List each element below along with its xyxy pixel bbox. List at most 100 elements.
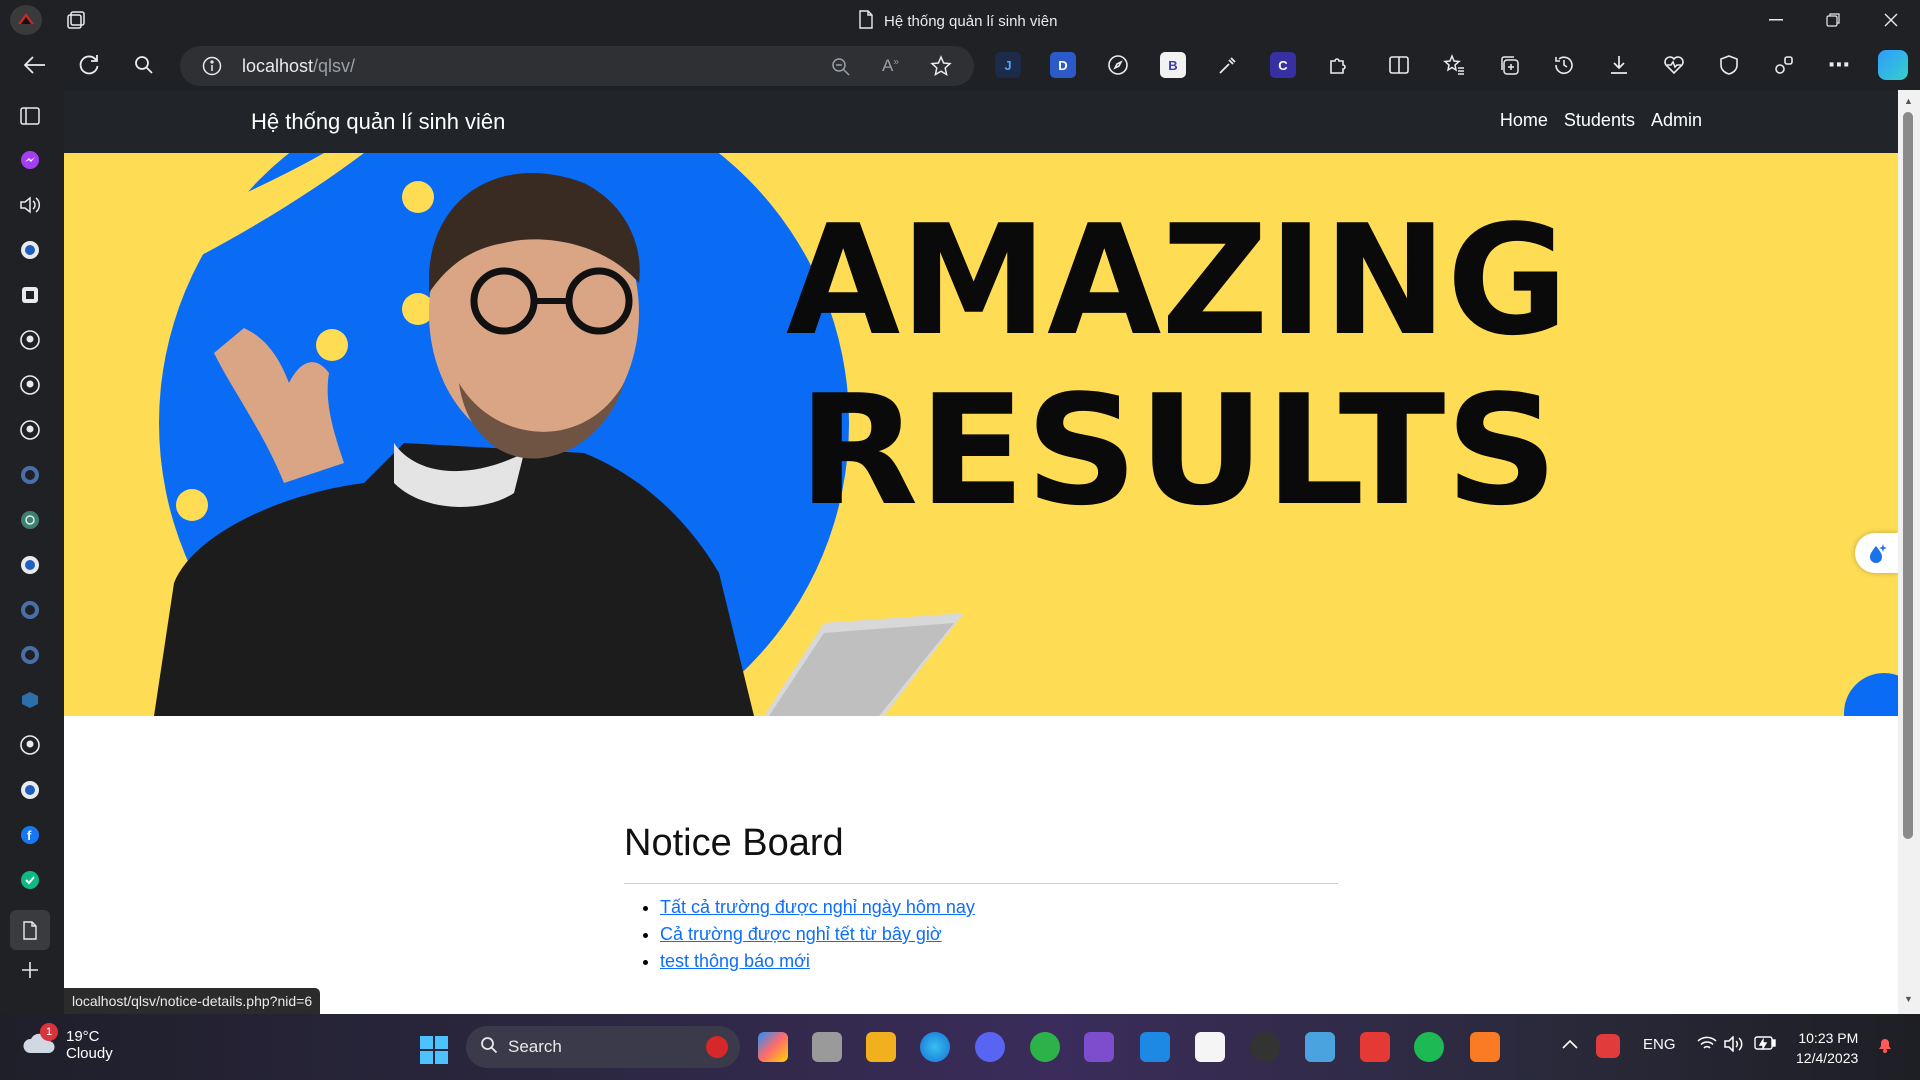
messenger-icon[interactable] bbox=[16, 146, 44, 174]
wifi-icon[interactable] bbox=[1697, 1036, 1717, 1056]
volume-icon[interactable] bbox=[1724, 1035, 1744, 1056]
copilot-pre-icon[interactable] bbox=[758, 1032, 788, 1062]
edge-app-icon[interactable] bbox=[16, 551, 44, 579]
green-app-icon[interactable] bbox=[16, 866, 44, 894]
notification-bell-icon[interactable] bbox=[1876, 1036, 1894, 1058]
site-info-icon[interactable] bbox=[202, 56, 222, 81]
extensions-manager-icon[interactable] bbox=[1771, 52, 1797, 78]
url-path: /qlsv/ bbox=[313, 56, 356, 76]
notion-icon[interactable] bbox=[1195, 1032, 1225, 1062]
page-scrollbar[interactable]: ▲ ▼ bbox=[1898, 90, 1920, 1014]
scroll-up-icon[interactable]: ▲ bbox=[1904, 96, 1913, 106]
search-icon[interactable] bbox=[129, 50, 159, 80]
system-clock[interactable]: 10:23 PM 12/4/2023 bbox=[1796, 1028, 1858, 1068]
restore-icon[interactable] bbox=[1821, 8, 1845, 32]
chatgpt-icon[interactable] bbox=[16, 506, 44, 534]
notion-like-app-icon[interactable] bbox=[16, 281, 44, 309]
split-screen-icon[interactable] bbox=[1386, 52, 1412, 78]
vivaldi-tray-icon[interactable] bbox=[1596, 1034, 1620, 1058]
active-tab[interactable]: Hệ thống quản lí sinh viên bbox=[858, 10, 1057, 33]
github-icon[interactable] bbox=[16, 371, 44, 399]
copilot-icon[interactable] bbox=[1878, 50, 1908, 80]
site-brand[interactable]: Hệ thống quản lí sinh viên bbox=[251, 109, 505, 135]
app-icon[interactable] bbox=[1305, 1032, 1335, 1062]
extensions-puzzle-icon[interactable] bbox=[1325, 52, 1351, 78]
nav-home-link[interactable]: Home bbox=[1500, 110, 1548, 131]
tab-list-icon[interactable] bbox=[16, 102, 44, 130]
green-app-icon[interactable] bbox=[1030, 1032, 1060, 1062]
nav-students-link[interactable]: Students bbox=[1564, 110, 1635, 131]
intellij-icon[interactable] bbox=[1360, 1032, 1390, 1062]
extension-c-icon[interactable]: C bbox=[1270, 52, 1296, 78]
notice-link[interactable]: test thông báo mới bbox=[660, 951, 810, 971]
edge-app-icon[interactable] bbox=[16, 236, 44, 264]
edge-app-icon[interactable] bbox=[16, 461, 44, 489]
nav-admin-link[interactable]: Admin bbox=[1651, 110, 1702, 131]
xampp-icon[interactable] bbox=[1470, 1032, 1500, 1062]
collections-icon[interactable] bbox=[1496, 52, 1522, 78]
hero-illustration: AMAZING RESULTS bbox=[64, 153, 1898, 716]
edge-app-icon[interactable] bbox=[16, 596, 44, 624]
notice-board: Notice Board Tất cả trường được nghỉ ngà… bbox=[624, 822, 1338, 975]
zoom-out-icon[interactable] bbox=[831, 57, 851, 82]
github-icon[interactable] bbox=[16, 416, 44, 444]
notice-board-title: Notice Board bbox=[624, 822, 844, 864]
tray-overflow-icon[interactable] bbox=[1562, 1036, 1578, 1053]
back-arrow-icon[interactable] bbox=[20, 50, 50, 80]
refresh-icon[interactable] bbox=[74, 50, 104, 80]
windows-start-icon[interactable] bbox=[420, 1036, 448, 1069]
list-item: test thông báo mới bbox=[660, 948, 1338, 975]
cube-app-icon[interactable] bbox=[16, 686, 44, 714]
close-icon[interactable] bbox=[1879, 8, 1903, 32]
address-bar[interactable]: localhost/qlsv/ A» bbox=[180, 46, 974, 86]
github-icon[interactable] bbox=[16, 326, 44, 354]
edge-app-icon[interactable] bbox=[16, 641, 44, 669]
github-desktop-icon[interactable] bbox=[1250, 1032, 1280, 1062]
read-aloud-icon[interactable]: A» bbox=[882, 56, 899, 76]
more-menu-icon[interactable]: ⋯ bbox=[1826, 52, 1852, 78]
url-text[interactable]: localhost/qlsv/ bbox=[242, 56, 355, 77]
eyedropper-icon[interactable] bbox=[1215, 52, 1241, 78]
search-highlight-icon bbox=[706, 1036, 728, 1058]
performance-heart-icon[interactable] bbox=[1661, 52, 1687, 78]
notice-link[interactable]: Tất cả trường được nghỉ ngày hôm nay bbox=[660, 897, 975, 917]
taskbar-search[interactable]: Search bbox=[466, 1026, 740, 1068]
github-icon[interactable] bbox=[16, 731, 44, 759]
edge-browser-icon[interactable] bbox=[920, 1032, 950, 1062]
nav-links: Home Students Admin bbox=[1500, 110, 1702, 131]
speaker-icon[interactable] bbox=[16, 191, 44, 219]
clock-date: 12/4/2023 bbox=[1796, 1050, 1859, 1066]
cloud-icon: 1 bbox=[22, 1022, 58, 1060]
extension-d-icon[interactable]: D bbox=[1050, 52, 1076, 78]
file-app-icon[interactable] bbox=[812, 1032, 842, 1062]
battery-icon[interactable] bbox=[1754, 1036, 1776, 1054]
facebook-icon[interactable]: f bbox=[16, 821, 44, 849]
edge-app-icon[interactable] bbox=[16, 776, 44, 804]
downloads-icon[interactable] bbox=[1606, 52, 1632, 78]
history-icon[interactable] bbox=[1551, 52, 1577, 78]
favorite-star-icon[interactable] bbox=[930, 55, 952, 82]
vscode-icon[interactable] bbox=[1140, 1032, 1170, 1062]
language-indicator[interactable]: ENG bbox=[1643, 1036, 1676, 1053]
scroll-down-icon[interactable]: ▼ bbox=[1904, 994, 1913, 1004]
extension-compass-icon[interactable] bbox=[1105, 52, 1131, 78]
browser-essentials-icon[interactable] bbox=[1716, 52, 1742, 78]
current-page-icon[interactable] bbox=[10, 910, 50, 950]
minimize-icon[interactable] bbox=[1764, 8, 1788, 32]
weather-widget[interactable]: 1 19°C Cloudy bbox=[22, 1022, 113, 1062]
file-explorer-icon[interactable] bbox=[866, 1032, 896, 1062]
scrollbar-thumb[interactable] bbox=[1903, 112, 1913, 839]
sidebar-assistant-bubble[interactable] bbox=[1855, 533, 1898, 573]
notice-link[interactable]: Cả trường được nghỉ tết từ bây giờ bbox=[660, 924, 942, 944]
favorites-icon[interactable] bbox=[1441, 52, 1467, 78]
discord-icon[interactable] bbox=[975, 1032, 1005, 1062]
extension-j-icon[interactable]: J bbox=[995, 52, 1021, 78]
xbox-icon[interactable] bbox=[1414, 1032, 1444, 1062]
search-label: Search bbox=[508, 1037, 562, 1056]
extension-b-icon[interactable]: B bbox=[1160, 52, 1186, 78]
browser-profile-icon[interactable] bbox=[10, 5, 42, 35]
tab-actions-icon[interactable] bbox=[66, 9, 88, 31]
visual-studio-icon[interactable] bbox=[1084, 1032, 1114, 1062]
add-icon[interactable] bbox=[16, 956, 44, 984]
list-item: Tất cả trường được nghỉ ngày hôm nay bbox=[660, 894, 1338, 921]
